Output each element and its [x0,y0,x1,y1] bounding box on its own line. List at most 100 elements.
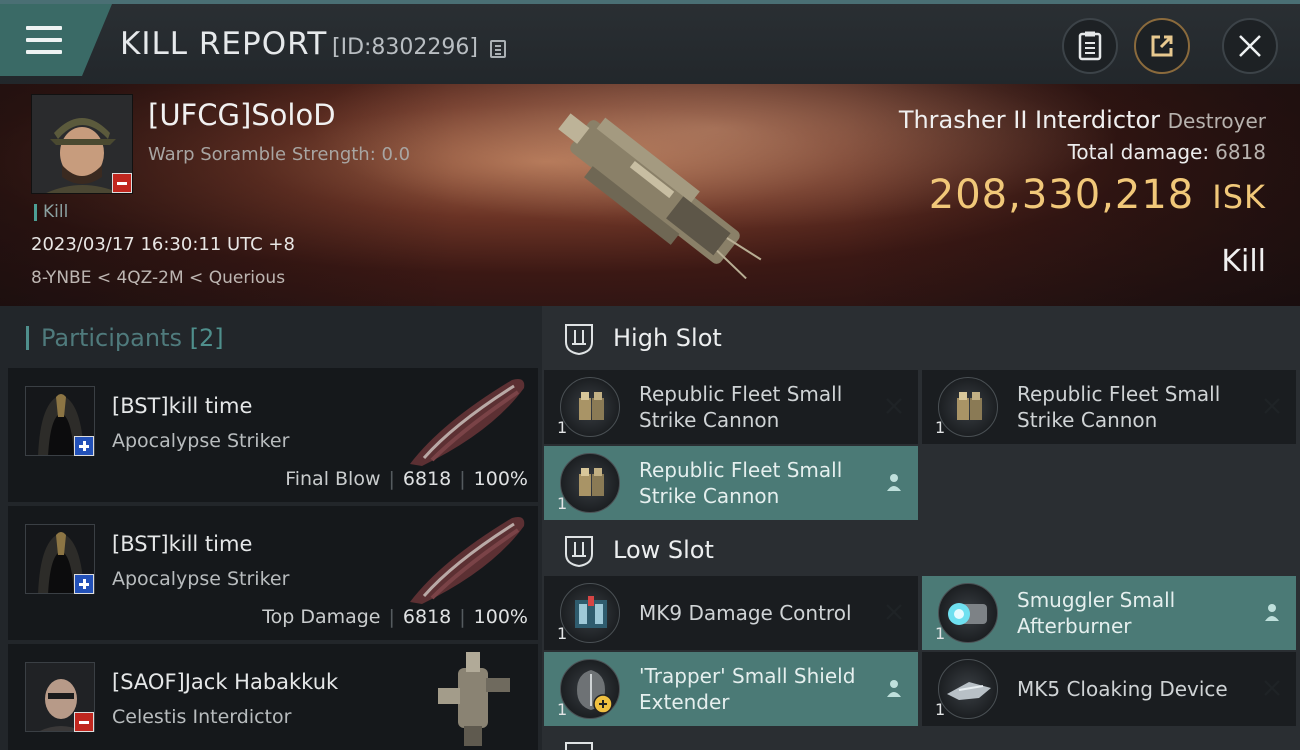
participant-row[interactable]: [BST]kill time Apocalypse Striker Top Da… [8,506,538,640]
hostile-badge [74,712,94,732]
destroyed-icon [886,604,902,620]
dropped-person-icon [887,474,901,491]
destroyed-icon [1264,398,1280,414]
participant-row[interactable]: [BST]kill time Apocalypse Striker Final … [8,368,538,502]
fitted-module[interactable]: 1 Republic Fleet Small Strike Cannon [544,370,918,444]
participants-label: Participants [41,324,182,352]
share-button[interactable] [1134,18,1190,74]
victim-name[interactable]: [UFCG]SoloD [148,98,336,132]
participant-role: Final Blow [285,468,381,490]
module-quantity: 1 [557,418,568,437]
total-damage-value: 6818 [1215,140,1266,164]
participant-damage: 6818 [402,606,452,628]
fitted-module[interactable]: 1 MK9 Damage Control [544,576,918,650]
module-name: 'Trapper' Small Shield Extender [639,664,856,714]
kill-result: Kill [1221,244,1266,279]
module-quantity: 1 [557,700,568,719]
participant-damage: 6818 [402,468,452,490]
participants-header: Participants [2] [26,326,224,350]
victim-ship-name[interactable]: Thrasher II Interdictor Destroyer [899,106,1266,134]
participant-ship: Apocalypse Striker [112,568,290,590]
module-quantity: 1 [557,624,568,643]
kill-datetime: 2023/03/17 16:30:11 UTC +8 [31,234,295,255]
mid-slot-icon [565,742,593,750]
fitted-module[interactable]: 1 MK5 Cloaking Device [922,652,1296,726]
participant-row[interactable]: [SAOF]Jack Habakkuk Celestis Interdictor [8,644,538,750]
fitted-module[interactable]: 1 'Trapper' Small Shield Extender [544,652,918,726]
mid-slot-header [542,730,1300,750]
copy-id-icon[interactable] [490,40,506,58]
module-quantity: 1 [935,700,946,719]
participant-ship: Celestis Interdictor [112,706,292,728]
clipboard-button[interactable] [1062,18,1118,74]
afterburner-icon [938,583,998,643]
cloaking-device-icon [938,659,998,719]
damage-control-icon [560,583,620,643]
total-damage-label: Total damage: [1067,140,1210,164]
participant-stats: Final Blow | 6818 | 100% [285,468,528,490]
victim-header: [UFCG]SoloD Warp Soramble Strength: 0.0 … [0,84,1300,306]
module-name: Republic Fleet Small Strike Cannon [1017,382,1221,432]
top-bar: KILL REPORT [ID:8302296] [0,0,1300,84]
ship-type: Thrasher II Interdictor [898,106,1160,134]
hostile-badge [112,173,132,193]
fitted-module[interactable]: 1 Smuggler Small Afterburner [922,576,1296,650]
isk-value: 208,330,218 ISK [929,172,1266,218]
participant-name: [SAOF]Jack Habakkuk [112,670,339,694]
participant-stats: Top Damage | 6818 | 100% [262,606,528,628]
cannon-module-icon [560,377,620,437]
participants-count: [2] [189,324,224,352]
low-slot-header: Low Slot [542,518,1300,582]
low-slot-label: Low Slot [613,536,714,564]
module-name: Republic Fleet Small Strike Cannon [639,382,843,432]
shield-extender-icon [560,659,620,719]
clipboard-icon [1078,31,1102,61]
ship-class: Destroyer [1167,109,1266,133]
participant-name: [BST]kill time [112,532,253,556]
fitted-module[interactable]: 1 Republic Fleet Small Strike Cannon [544,446,918,520]
page-title: KILL REPORT [120,26,328,62]
isk-unit: ISK [1212,178,1266,216]
fitting-panel: High Slot 1 Republic Fleet Small Strike … [542,306,1300,750]
close-button[interactable] [1222,18,1278,74]
warp-scramble-strength: Warp Soramble Strength: 0.0 [148,144,411,165]
module-name: Smuggler Small Afterburner [1017,588,1176,638]
high-slot-icon [565,324,593,356]
isk-amount: 208,330,218 [928,172,1195,218]
module-name: Republic Fleet Small Strike Cannon [639,458,843,508]
participant-percent: 100% [473,606,528,628]
participant-name: [BST]kill time [112,394,253,418]
participant-role: Top Damage [262,606,381,628]
high-slot-header: High Slot [542,306,1300,370]
hamburger-menu-icon [26,26,62,54]
fitted-module[interactable]: 1 Republic Fleet Small Strike Cannon [922,370,1296,444]
participants-panel: Participants [2] [BST]kill time Apocalyp… [0,306,542,750]
cannon-module-icon [560,453,620,513]
close-icon [1239,35,1261,57]
dropped-person-icon [1265,604,1279,621]
report-id: [ID:8302296] [332,35,478,60]
low-slot-icon [565,536,593,568]
module-quantity: 1 [557,494,568,513]
participant-ship-image [410,379,525,466]
module-quantity: 1 [935,418,946,437]
kill-tag: Kill [34,204,68,221]
friendly-badge [74,436,94,456]
destroyed-icon [886,398,902,414]
victim-portrait[interactable] [31,94,133,194]
total-damage: Total damage: 6818 [1068,140,1266,164]
victim-ship-image[interactable] [530,92,780,292]
menu-button[interactable] [0,4,112,76]
module-quantity: 1 [935,624,946,643]
module-name: MK9 Damage Control [639,601,852,625]
module-name: MK5 Cloaking Device [1017,677,1228,701]
high-slot-label: High Slot [613,324,722,352]
kill-location[interactable]: 8-YNBE < 4QZ-2M < Querious [31,268,285,288]
destroyed-icon [1264,680,1280,696]
friendly-badge [74,574,94,594]
dropped-person-icon [887,680,901,697]
share-icon [1151,35,1173,57]
participant-ship-image [438,652,510,746]
participant-ship: Apocalypse Striker [112,430,290,452]
participant-ship-image [410,517,525,604]
